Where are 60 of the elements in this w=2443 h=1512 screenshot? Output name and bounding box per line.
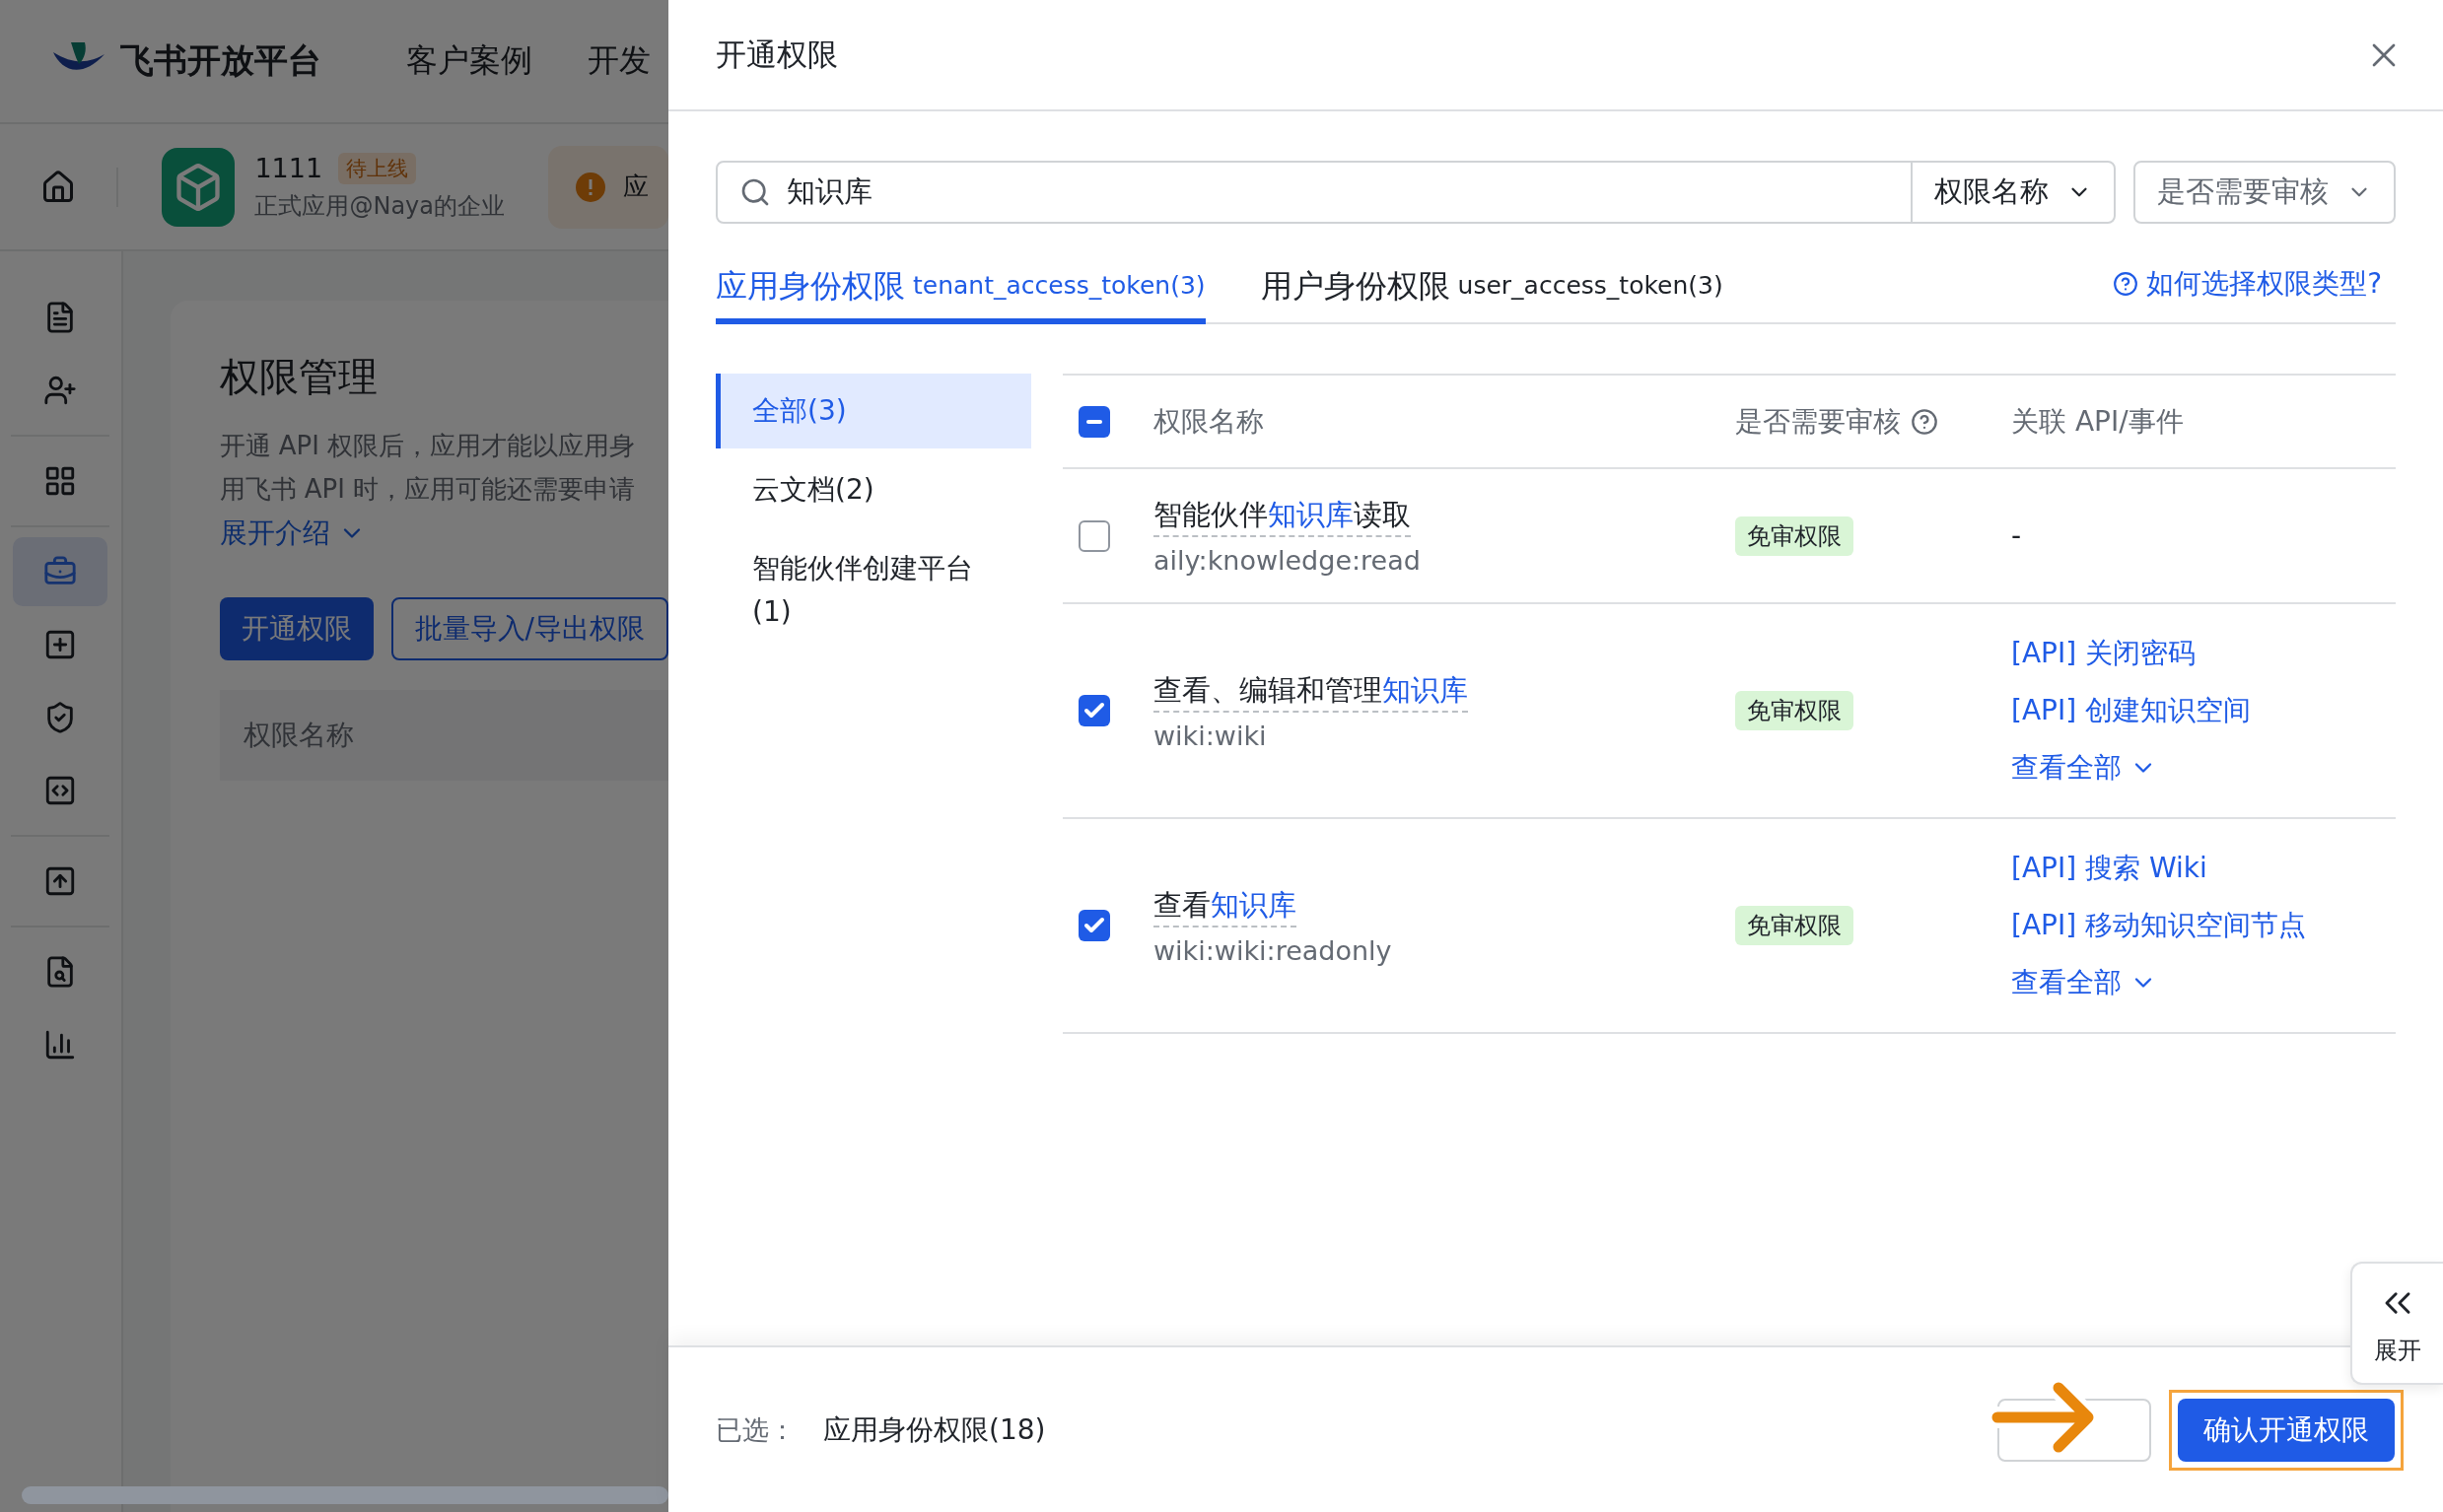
- search-icon: [739, 176, 771, 208]
- tab[interactable]: 用户身份权限 user_access_token(3): [1260, 255, 1723, 324]
- category-item[interactable]: 云文档(2): [716, 452, 1031, 527]
- review-tag: 免审权限: [1735, 515, 1853, 556]
- description-text: 开通 API 权限后，应用才能以应用身: [219, 430, 637, 462]
- column-header: 是否需要审核: [1735, 403, 1901, 440]
- view-all-link[interactable]: 查看全部: [2011, 964, 2396, 1001]
- category-item[interactable]: 智能伙伴创建平台(1): [716, 531, 1031, 650]
- category-item[interactable]: 全部(3): [716, 374, 1031, 448]
- add-user-icon: [43, 374, 78, 407]
- help-icon: [2113, 271, 2139, 297]
- permission-scope: wiki:wiki:readonly: [1153, 934, 1393, 966]
- expand-link[interactable]: 展开介绍: [219, 515, 668, 552]
- column-header: 权限名称: [1153, 403, 1265, 440]
- filter-dropdown[interactable]: 权限名称: [1911, 163, 2114, 222]
- tab[interactable]: 应用身份权限 tenant_access_token(3): [716, 255, 1206, 324]
- confirm-button[interactable]: 确认开通权限: [2178, 1398, 2395, 1462]
- help-icon[interactable]: [1911, 407, 1938, 436]
- logo-text: 飞书开放平台: [120, 39, 321, 82]
- help-link[interactable]: 如何选择权限类型?: [2113, 253, 2396, 322]
- permission-scope: wiki:wiki: [1153, 720, 1268, 751]
- checkbox[interactable]: [1079, 910, 1110, 941]
- filter-dropdown[interactable]: 是否需要审核: [2133, 161, 2396, 224]
- nav-link[interactable]: 客户案例: [406, 39, 532, 83]
- nav-link[interactable]: 开发: [588, 39, 651, 83]
- checkbox[interactable]: [1079, 519, 1110, 552]
- scrollbar[interactable]: [22, 1486, 668, 1504]
- review-tag: 免审权限: [1735, 906, 1853, 945]
- review-tag: 免审权限: [1735, 691, 1853, 730]
- app-icon: [161, 147, 236, 227]
- permission-name: 查看知识库: [1153, 885, 1296, 928]
- api-link[interactable]: [API] 移动知识空间节点: [2011, 907, 2396, 944]
- permission-name: 查看、编辑和管理知识库: [1153, 670, 1468, 713]
- checkbox[interactable]: [1079, 695, 1110, 726]
- expand-tab[interactable]: 展开: [2350, 1262, 2443, 1385]
- description-text: 用飞书 API 时，应用可能还需要申请: [219, 473, 637, 506]
- api-link[interactable]: [API] 搜索 Wiki: [2011, 850, 2396, 887]
- checkbox[interactable]: [1079, 405, 1110, 438]
- selected-value: 应用身份权限(18): [823, 1411, 1046, 1448]
- status-badge: 待上线: [338, 152, 417, 184]
- app-name: 1111: [254, 153, 323, 183]
- search-field[interactable]: 知识库 权限名称: [716, 161, 2116, 224]
- drawer-title: 开通权限: [716, 34, 838, 74]
- sidebar-item[interactable]: [13, 537, 108, 606]
- view-all-link[interactable]: 查看全部: [2011, 749, 2396, 787]
- minus-icon: [1086, 419, 1102, 424]
- api-link[interactable]: [API] 创建知识空间: [2011, 692, 2396, 729]
- alert-text: 应: [623, 171, 649, 203]
- table-cell-text: -: [2011, 519, 2023, 552]
- primary-button[interactable]: 开通权限: [219, 597, 374, 660]
- selected-label: 已选：: [716, 1412, 796, 1447]
- api-link[interactable]: [API] 关闭密码: [2011, 635, 2396, 672]
- page-title: 权限管理: [219, 353, 379, 401]
- permission-scope: aily:knowledge:read: [1153, 545, 1422, 576]
- outline-button[interactable]: 批量导入/导出权限: [390, 597, 668, 660]
- permission-name: 智能伙伴知识库读取: [1153, 496, 1411, 537]
- column-header: 关联 API/事件: [2011, 403, 2185, 440]
- app-subtitle: 正式应用@Naya的企业: [254, 190, 505, 222]
- warning-icon: [576, 172, 605, 202]
- table-header: 权限名称: [219, 690, 668, 781]
